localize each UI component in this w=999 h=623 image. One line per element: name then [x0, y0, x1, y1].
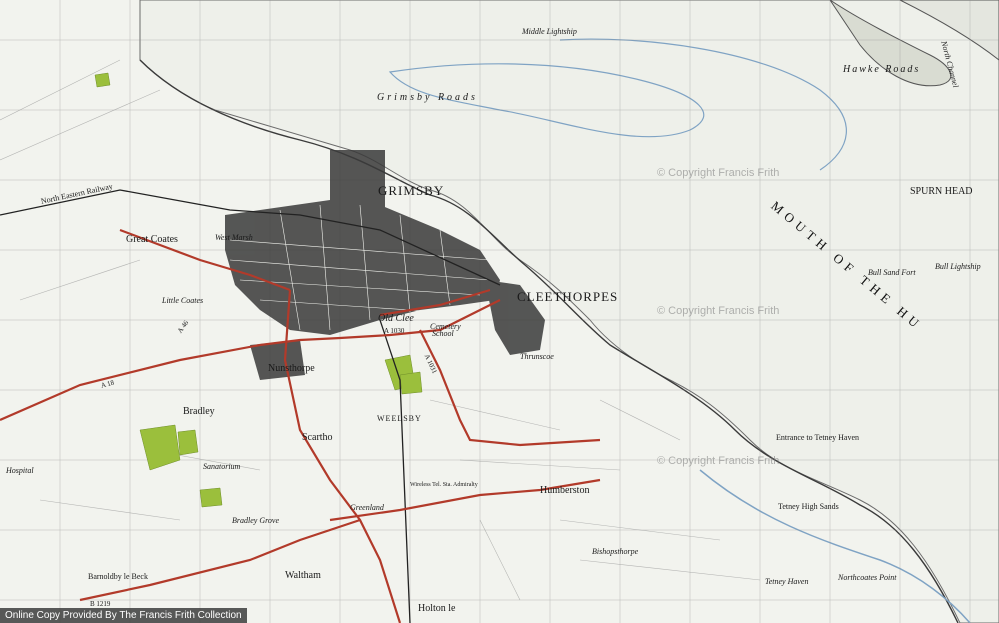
- label-grimsby-roads: Grimsby Roads: [377, 92, 478, 103]
- label-school: School: [432, 329, 454, 338]
- label-weelsby: WEELSBY: [377, 414, 422, 423]
- label-cleethorpes: CLEETHORPES: [517, 289, 619, 304]
- label-waltham: Waltham: [285, 570, 321, 581]
- road-label-b1219: B 1219: [90, 600, 111, 608]
- label-great-coates: Great Coates: [126, 234, 178, 245]
- road-b1219: [79, 518, 361, 602]
- docks: [330, 150, 385, 210]
- label-humberston: Humberston: [540, 485, 590, 496]
- watermark-2: © Copyright Francis Frith: [657, 305, 780, 317]
- label-tetney-high-sands: Tetney High Sands: [778, 502, 839, 511]
- label-northcoates-point: Northcoates Point: [838, 573, 897, 582]
- label-entrance-tetney: Entrance to Tetney Haven: [776, 433, 860, 442]
- label-holton-le-clay: Holton le: [418, 603, 456, 614]
- label-scartho: Scartho: [302, 432, 333, 443]
- copyright-banner: Online Copy Provided By The Francis Frit…: [0, 608, 247, 623]
- road-label-a1030: A 1030: [384, 327, 405, 335]
- label-bull-sand-fort: Bull Sand Fort: [868, 268, 916, 277]
- label-old-clee: Old Clee: [378, 313, 414, 324]
- label-spurn-head: SPURN HEAD: [910, 186, 973, 197]
- label-barnoldby: Barnoldby le Beck: [88, 572, 148, 581]
- label-hawke-roads: Hawke Roads: [843, 64, 921, 75]
- label-sanatorium: Sanatorium: [203, 462, 241, 471]
- label-wireless: Wireless Tel. Sta. Admiralty: [410, 482, 478, 488]
- label-greenland: Greenland: [350, 503, 384, 512]
- watermark-1: © Copyright Francis Frith: [657, 167, 780, 179]
- label-tetney-haven: Tetney Haven: [765, 577, 809, 586]
- label-little-coates: Little Coates: [162, 296, 204, 305]
- grimsby-urban: [225, 200, 500, 335]
- label-bradley: Bradley: [183, 406, 215, 417]
- label-thrunscoe: Thrunscoe: [520, 352, 554, 361]
- label-bishopsthorpe: Bishopsthorpe: [592, 547, 639, 556]
- label-bull-lightship: Bull Lightship: [935, 262, 981, 271]
- label-bradley-grove: Bradley Grove: [232, 516, 280, 525]
- label-west-marsh: West Marsh: [215, 233, 253, 242]
- label-nunsthorpe: Nunsthorpe: [268, 363, 315, 374]
- label-hospital: Hospital: [6, 466, 34, 475]
- watermark-3: © Copyright Francis Frith: [657, 455, 780, 467]
- map-canvas: [0, 0, 999, 623]
- map-view[interactable]: GRIMSBY CLEETHORPES Grimsby Roads Hawke …: [0, 0, 999, 623]
- label-grimsby: GRIMSBY: [378, 183, 445, 198]
- label-middle-lightship: Middle Lightship: [522, 27, 577, 36]
